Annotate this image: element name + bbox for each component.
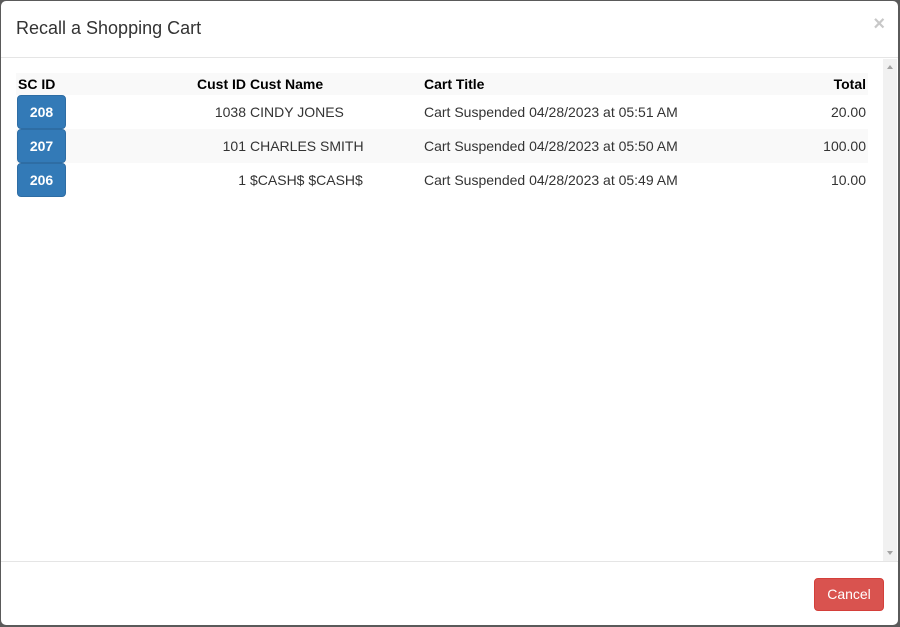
total-cell: 20.00 [830, 104, 866, 120]
header-cust-name: Cust Name [248, 73, 422, 95]
cust-name-cell: CHARLES SMITH [248, 129, 422, 163]
recall-cart-dialog: Recall a Shopping Cart × SC ID Cust ID C… [1, 1, 898, 625]
cust-id-cell: 1038 [214, 104, 246, 120]
header-cart-title: Cart Title [422, 73, 746, 95]
total-cell: 100.00 [746, 129, 868, 163]
cust-name-cell: $CASH$ $CASH$ [250, 172, 363, 188]
dialog-footer: Cancel [1, 561, 898, 625]
recall-cart-button[interactable]: 206 [17, 163, 66, 197]
scroll-up-arrow-icon[interactable] [887, 65, 893, 69]
cart-title-cell: Cart Suspended 04/28/2023 at 05:49 AM [424, 172, 678, 188]
cust-name-cell: CINDY JONES [250, 104, 344, 120]
scroll-thumb[interactable] [885, 75, 895, 545]
recall-cart-button[interactable]: 207 [17, 129, 66, 163]
header-sc-id: SC ID [16, 73, 72, 95]
close-icon[interactable]: × [873, 14, 885, 34]
dialog-header: Recall a Shopping Cart × [1, 1, 898, 58]
header-total: Total [746, 73, 868, 95]
table-row: 206 1 $CASH$ $CASH$ Cart Suspended 04/28… [16, 163, 868, 197]
shopping-cart-table: SC ID Cust ID Cust Name Cart Title Total… [16, 73, 868, 197]
total-cell: 10.00 [830, 172, 866, 188]
cust-id-cell: 101 [72, 129, 248, 163]
cart-title-cell: Cart Suspended 04/28/2023 at 05:50 AM [422, 129, 746, 163]
dialog-title: Recall a Shopping Cart [16, 18, 202, 38]
cancel-button[interactable]: Cancel [814, 578, 884, 611]
cust-id-cell: 1 [238, 172, 246, 188]
table-header-row: SC ID Cust ID Cust Name Cart Title Total [16, 73, 868, 95]
table-row: 207 101 CHARLES SMITH Cart Suspended 04/… [16, 129, 868, 163]
header-cust-id: Cust ID [72, 73, 248, 95]
table-row: 208 1038 CINDY JONES Cart Suspended 04/2… [16, 95, 868, 129]
cart-list-scroll-area: SC ID Cust ID Cust Name Cart Title Total… [1, 59, 881, 561]
scroll-down-arrow-icon[interactable] [887, 551, 893, 555]
recall-cart-button[interactable]: 208 [17, 95, 66, 129]
dialog-body: SC ID Cust ID Cust Name Cart Title Total… [1, 59, 898, 561]
vertical-scrollbar[interactable] [883, 59, 897, 561]
cart-title-cell: Cart Suspended 04/28/2023 at 05:51 AM [424, 104, 678, 120]
